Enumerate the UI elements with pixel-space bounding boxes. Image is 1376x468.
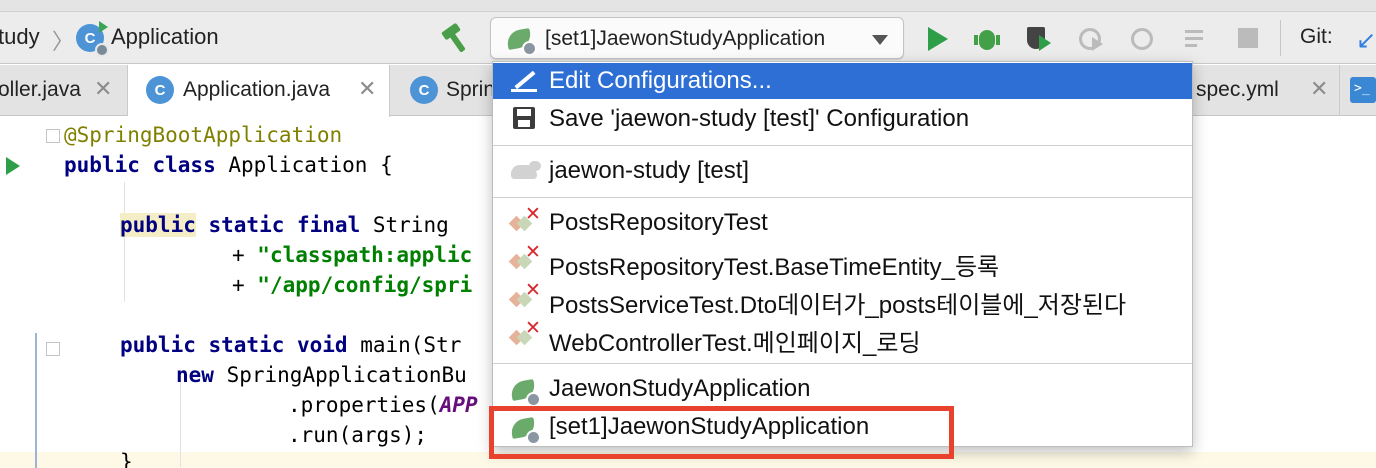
fold-icon[interactable] (46, 129, 60, 143)
close-icon[interactable]: ✕ (94, 76, 112, 102)
main-toolbar: tudy 〉 C Application [set1]JaewonStudyAp… (0, 12, 1376, 64)
run-icon[interactable] (925, 25, 955, 53)
fold-icon[interactable] (46, 342, 60, 356)
menu-item-label: PostsRepositoryTest.BaseTimeEntity_등록 (549, 254, 1000, 281)
menu-item-label: jaewon-study [test] (549, 157, 750, 184)
run-list-icon[interactable] (1183, 25, 1213, 53)
code-line: + "classpath:applic (232, 243, 473, 267)
menu-separator (493, 145, 1192, 146)
gutter-run-icon[interactable] (6, 157, 20, 175)
spring-boot-icon (505, 28, 537, 56)
code-line: .run(args); (288, 423, 428, 447)
tab-label: spec.yml (1196, 78, 1279, 101)
debug-icon[interactable] (973, 25, 1003, 53)
code-line: public class Application { (64, 153, 393, 177)
indent-guide (124, 182, 125, 302)
code-line: .properties(APP (288, 393, 478, 417)
spring-boot-icon (509, 379, 541, 407)
code-line: @SpringBootApplication (64, 123, 343, 147)
run-configuration-selector[interactable]: [set1]JaewonStudyApplication (490, 17, 904, 59)
highlight-annotation-box (489, 406, 954, 459)
junit-failed-icon: ✕ (508, 317, 543, 351)
breadcrumb-project[interactable]: tudy (0, 24, 40, 50)
tab-label: oller.java (0, 78, 81, 101)
menu-item-label: Edit Configurations... (549, 67, 772, 94)
code-line: public static void main(Str (120, 333, 462, 357)
menu-item-label: PostsServiceTest.Dto데이터가_posts테이블에_저장된다 (549, 292, 1127, 319)
run-with-coverage-icon[interactable] (1025, 25, 1055, 53)
indent-guide (180, 379, 181, 467)
junit-failed-icon: ✕ (508, 279, 543, 313)
code-line: + "/app/config/spri (232, 273, 473, 297)
gradle-icon (511, 161, 541, 181)
tab-controller[interactable]: oller.java ✕ (0, 65, 128, 116)
close-icon[interactable]: ✕ (358, 76, 376, 102)
menu-item-label: JaewonStudyApplication (549, 375, 811, 402)
scope-indicator (35, 333, 37, 468)
tab-spring[interactable]: C Sprin (390, 65, 500, 116)
menu-separator (493, 197, 1192, 198)
run-configuration-menu: Edit Configurations... Save 'jaewon-stud… (492, 61, 1193, 447)
stop-icon[interactable] (1236, 25, 1266, 53)
pencil-icon (511, 69, 539, 93)
window-title-strip (0, 0, 1376, 12)
code-line: public static final String (120, 213, 462, 237)
class-icon: C (410, 76, 438, 104)
toolbar-divider (1280, 20, 1281, 56)
menu-item-edit-configurations[interactable]: Edit Configurations... (493, 63, 1192, 99)
menu-item-test[interactable]: ✕ PostsRepositoryTest.BaseTimeEntity_등록 (493, 241, 1192, 281)
breadcrumb-file[interactable]: Application (111, 24, 219, 50)
spring-class-icon: C (146, 76, 174, 104)
spring-class-icon: C (76, 21, 109, 57)
menu-separator (493, 363, 1192, 364)
menu-item-test[interactable]: ✕ PostsRepositoryTest (493, 203, 1192, 241)
terminal-icon[interactable]: >_ (1350, 77, 1376, 103)
menu-item-label: PostsRepositoryTest (549, 209, 768, 236)
git-label: Git: (1300, 25, 1333, 48)
menu-item-label: WebControllerTest.메인페이지_로딩 (549, 330, 921, 357)
tab-spec-yml[interactable]: spec.yml ✕ (1190, 65, 1340, 116)
attach-profiler-icon[interactable] (1128, 25, 1158, 53)
profile-icon[interactable] (1076, 25, 1106, 53)
menu-item-test[interactable]: ✕ WebControllerTest.메인페이지_로딩 (493, 317, 1192, 357)
menu-item-spring-app[interactable]: JaewonStudyApplication (493, 371, 1192, 407)
tab-label: Application.java (183, 78, 331, 101)
menu-item-gradle-test[interactable]: jaewon-study [test] (493, 153, 1192, 189)
git-update-icon[interactable]: ↙ (1356, 26, 1376, 55)
code-line: } (120, 450, 133, 468)
menu-item-label: Save 'jaewon-study [test]' Configuration (549, 105, 970, 132)
close-icon[interactable]: ✕ (1310, 76, 1328, 102)
junit-failed-icon: ✕ (508, 241, 543, 275)
build-hammer-icon[interactable] (440, 22, 470, 53)
code-line: new SpringApplicationBu (176, 363, 467, 387)
run-configuration-label: [set1]JaewonStudyApplication (545, 27, 826, 50)
tab-application[interactable]: C Application.java ✕ (128, 65, 390, 117)
menu-item-save-configuration[interactable]: Save 'jaewon-study [test]' Configuration (493, 101, 1192, 137)
junit-failed-icon: ✕ (508, 203, 543, 237)
breadcrumb-separator-icon: 〉 (52, 29, 75, 54)
tab-label: Sprin (446, 78, 496, 101)
chevron-down-icon (872, 35, 888, 45)
menu-item-test[interactable]: ✕ PostsServiceTest.Dto데이터가_posts테이블에_저장된… (493, 279, 1192, 319)
save-icon (513, 107, 535, 129)
